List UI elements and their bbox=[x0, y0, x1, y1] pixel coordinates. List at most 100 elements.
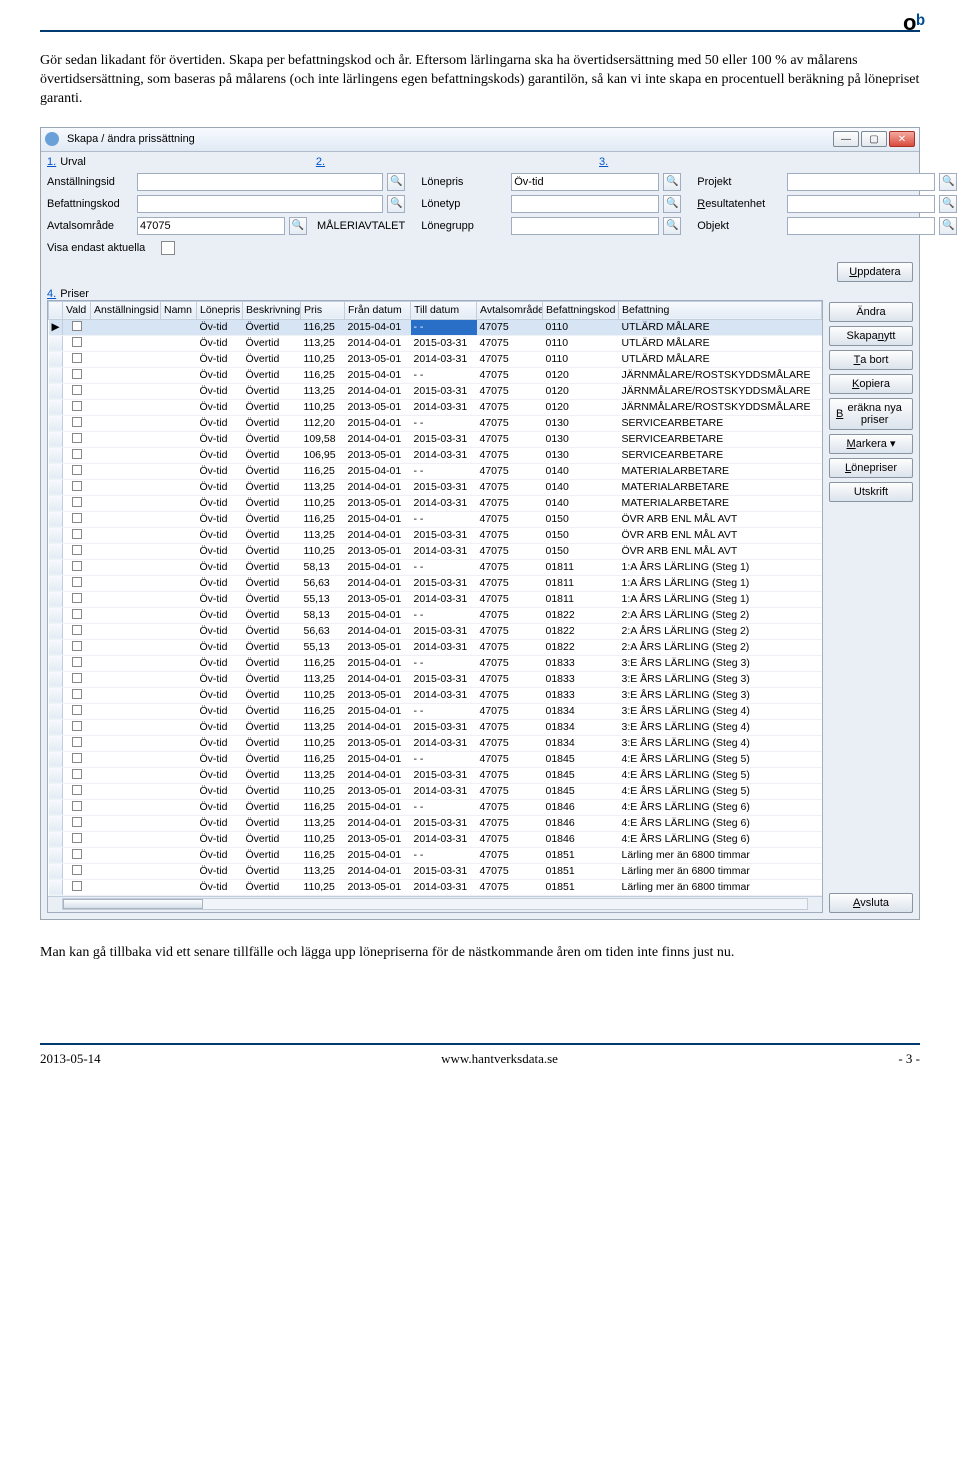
row-checkbox[interactable] bbox=[72, 737, 82, 747]
row-checkbox[interactable] bbox=[72, 785, 82, 795]
row-checkbox[interactable] bbox=[72, 689, 82, 699]
lookup-icon[interactable]: 🔍 bbox=[387, 173, 405, 191]
berakna-button[interactable]: Beräkna nya priser bbox=[829, 398, 913, 430]
table-row[interactable]: Öv-tidÖvertid58,132015-04-01- -470750182… bbox=[49, 607, 822, 623]
table-row[interactable]: Öv-tidÖvertid116,252015-04-01- -47075012… bbox=[49, 367, 822, 383]
row-checkbox[interactable] bbox=[72, 401, 82, 411]
table-row[interactable]: Öv-tidÖvertid116,252015-04-01- -47075018… bbox=[49, 751, 822, 767]
input-anstallningsid[interactable] bbox=[137, 173, 383, 191]
input-objekt[interactable] bbox=[787, 217, 935, 235]
input-lonepris[interactable] bbox=[511, 173, 659, 191]
row-checkbox[interactable] bbox=[72, 417, 82, 427]
table-row[interactable]: Öv-tidÖvertid110,252013-05-012014-03-314… bbox=[49, 399, 822, 415]
lookup-icon[interactable]: 🔍 bbox=[939, 217, 957, 235]
column-header[interactable]: Anställningsid bbox=[91, 301, 161, 319]
row-checkbox[interactable] bbox=[72, 465, 82, 475]
table-row[interactable]: ▶Öv-tidÖvertid116,252015-04-01- -4707501… bbox=[49, 319, 822, 335]
input-befattningskod[interactable] bbox=[137, 195, 383, 213]
row-checkbox[interactable] bbox=[72, 609, 82, 619]
row-checkbox[interactable] bbox=[72, 753, 82, 763]
row-checkbox[interactable] bbox=[72, 577, 82, 587]
table-row[interactable]: Öv-tidÖvertid112,202015-04-01- -47075013… bbox=[49, 415, 822, 431]
table-row[interactable]: Öv-tidÖvertid113,252014-04-012015-03-314… bbox=[49, 335, 822, 351]
table-row[interactable]: Öv-tidÖvertid116,252015-04-01- -47075018… bbox=[49, 799, 822, 815]
table-row[interactable]: Öv-tidÖvertid113,252014-04-012015-03-314… bbox=[49, 671, 822, 687]
close-button[interactable]: ✕ bbox=[889, 131, 915, 147]
row-checkbox[interactable] bbox=[72, 769, 82, 779]
row-checkbox[interactable] bbox=[72, 433, 82, 443]
maximize-button[interactable]: ▢ bbox=[861, 131, 887, 147]
lookup-icon[interactable]: 🔍 bbox=[663, 173, 681, 191]
row-checkbox[interactable] bbox=[72, 881, 82, 891]
input-lonegrupp[interactable] bbox=[511, 217, 659, 235]
column-header[interactable]: Beskrivning bbox=[243, 301, 301, 319]
column-header[interactable]: Pris bbox=[301, 301, 345, 319]
table-row[interactable]: Öv-tidÖvertid113,252014-04-012015-03-314… bbox=[49, 863, 822, 879]
table-row[interactable]: Öv-tidÖvertid106,952013-05-012014-03-314… bbox=[49, 447, 822, 463]
table-row[interactable]: Öv-tidÖvertid110,252013-05-012014-03-314… bbox=[49, 879, 822, 895]
row-checkbox[interactable] bbox=[72, 625, 82, 635]
row-checkbox[interactable] bbox=[72, 385, 82, 395]
row-checkbox[interactable] bbox=[72, 801, 82, 811]
skapa-nytt-button[interactable]: Skapa nytt bbox=[829, 326, 913, 346]
row-checkbox[interactable] bbox=[72, 321, 82, 331]
row-checkbox[interactable] bbox=[72, 641, 82, 651]
utskrift-button[interactable]: Utskrift bbox=[829, 482, 913, 502]
row-checkbox[interactable] bbox=[72, 705, 82, 715]
lookup-icon[interactable]: 🔍 bbox=[387, 195, 405, 213]
input-resultatenhet[interactable] bbox=[787, 195, 935, 213]
input-avtalsomrade[interactable] bbox=[137, 217, 285, 235]
row-checkbox[interactable] bbox=[72, 657, 82, 667]
andra-button[interactable]: Ändra bbox=[829, 302, 913, 322]
row-checkbox[interactable] bbox=[72, 833, 82, 843]
table-row[interactable]: Öv-tidÖvertid109,582014-04-012015-03-314… bbox=[49, 431, 822, 447]
row-checkbox[interactable] bbox=[72, 513, 82, 523]
table-row[interactable]: Öv-tidÖvertid55,132013-05-012014-03-3147… bbox=[49, 591, 822, 607]
column-header[interactable]: Till datum bbox=[411, 301, 477, 319]
uppdatera-button[interactable]: Uppdatera bbox=[837, 262, 913, 282]
lonepriser-button[interactable]: Lönepriser bbox=[829, 458, 913, 478]
table-row[interactable]: Öv-tidÖvertid110,252013-05-012014-03-314… bbox=[49, 687, 822, 703]
table-row[interactable]: Öv-tidÖvertid116,252015-04-01- -47075014… bbox=[49, 463, 822, 479]
row-checkbox[interactable] bbox=[72, 337, 82, 347]
row-checkbox[interactable] bbox=[72, 545, 82, 555]
table-row[interactable]: Öv-tidÖvertid113,252014-04-012015-03-314… bbox=[49, 527, 822, 543]
input-projekt[interactable] bbox=[787, 173, 935, 191]
lookup-icon[interactable]: 🔍 bbox=[663, 195, 681, 213]
table-row[interactable]: Öv-tidÖvertid116,252015-04-01- -47075018… bbox=[49, 703, 822, 719]
lookup-icon[interactable]: 🔍 bbox=[939, 195, 957, 213]
column-header[interactable]: Från datum bbox=[345, 301, 411, 319]
table-row[interactable]: Öv-tidÖvertid110,252013-05-012014-03-314… bbox=[49, 831, 822, 847]
table-row[interactable]: Öv-tidÖvertid113,252014-04-012015-03-314… bbox=[49, 383, 822, 399]
column-header[interactable]: Avtalsområde bbox=[477, 301, 543, 319]
table-row[interactable]: Öv-tidÖvertid113,252014-04-012015-03-314… bbox=[49, 719, 822, 735]
table-row[interactable]: Öv-tidÖvertid113,252014-04-012015-03-314… bbox=[49, 479, 822, 495]
lookup-icon[interactable]: 🔍 bbox=[289, 217, 307, 235]
table-row[interactable]: Öv-tidÖvertid113,252014-04-012015-03-314… bbox=[49, 815, 822, 831]
row-checkbox[interactable] bbox=[72, 593, 82, 603]
row-checkbox[interactable] bbox=[72, 721, 82, 731]
table-row[interactable]: Öv-tidÖvertid56,632014-04-012015-03-3147… bbox=[49, 623, 822, 639]
row-checkbox[interactable] bbox=[72, 449, 82, 459]
row-checkbox[interactable] bbox=[72, 817, 82, 827]
input-lonetyp[interactable] bbox=[511, 195, 659, 213]
avsluta-button[interactable]: Avsluta bbox=[829, 893, 913, 913]
column-header[interactable]: Lönepris bbox=[197, 301, 243, 319]
horizontal-scrollbar[interactable] bbox=[48, 896, 822, 912]
column-header[interactable]: Vald bbox=[63, 301, 91, 319]
table-row[interactable]: Öv-tidÖvertid56,632014-04-012015-03-3147… bbox=[49, 575, 822, 591]
row-checkbox[interactable] bbox=[72, 497, 82, 507]
markera-button[interactable]: Markera ▾ bbox=[829, 434, 913, 454]
kopiera-button[interactable]: Kopiera bbox=[829, 374, 913, 394]
lookup-icon[interactable]: 🔍 bbox=[663, 217, 681, 235]
row-checkbox[interactable] bbox=[72, 849, 82, 859]
checkbox-visa-endast[interactable] bbox=[161, 241, 175, 255]
row-checkbox[interactable] bbox=[72, 369, 82, 379]
column-header[interactable]: Namn bbox=[161, 301, 197, 319]
table-row[interactable]: Öv-tidÖvertid113,252014-04-012015-03-314… bbox=[49, 767, 822, 783]
minimize-button[interactable]: — bbox=[833, 131, 859, 147]
ta-bort-button[interactable]: Ta bort bbox=[829, 350, 913, 370]
column-header[interactable]: Befattningskod bbox=[543, 301, 619, 319]
table-row[interactable]: Öv-tidÖvertid110,252013-05-012014-03-314… bbox=[49, 783, 822, 799]
table-row[interactable]: Öv-tidÖvertid110,252013-05-012014-03-314… bbox=[49, 495, 822, 511]
